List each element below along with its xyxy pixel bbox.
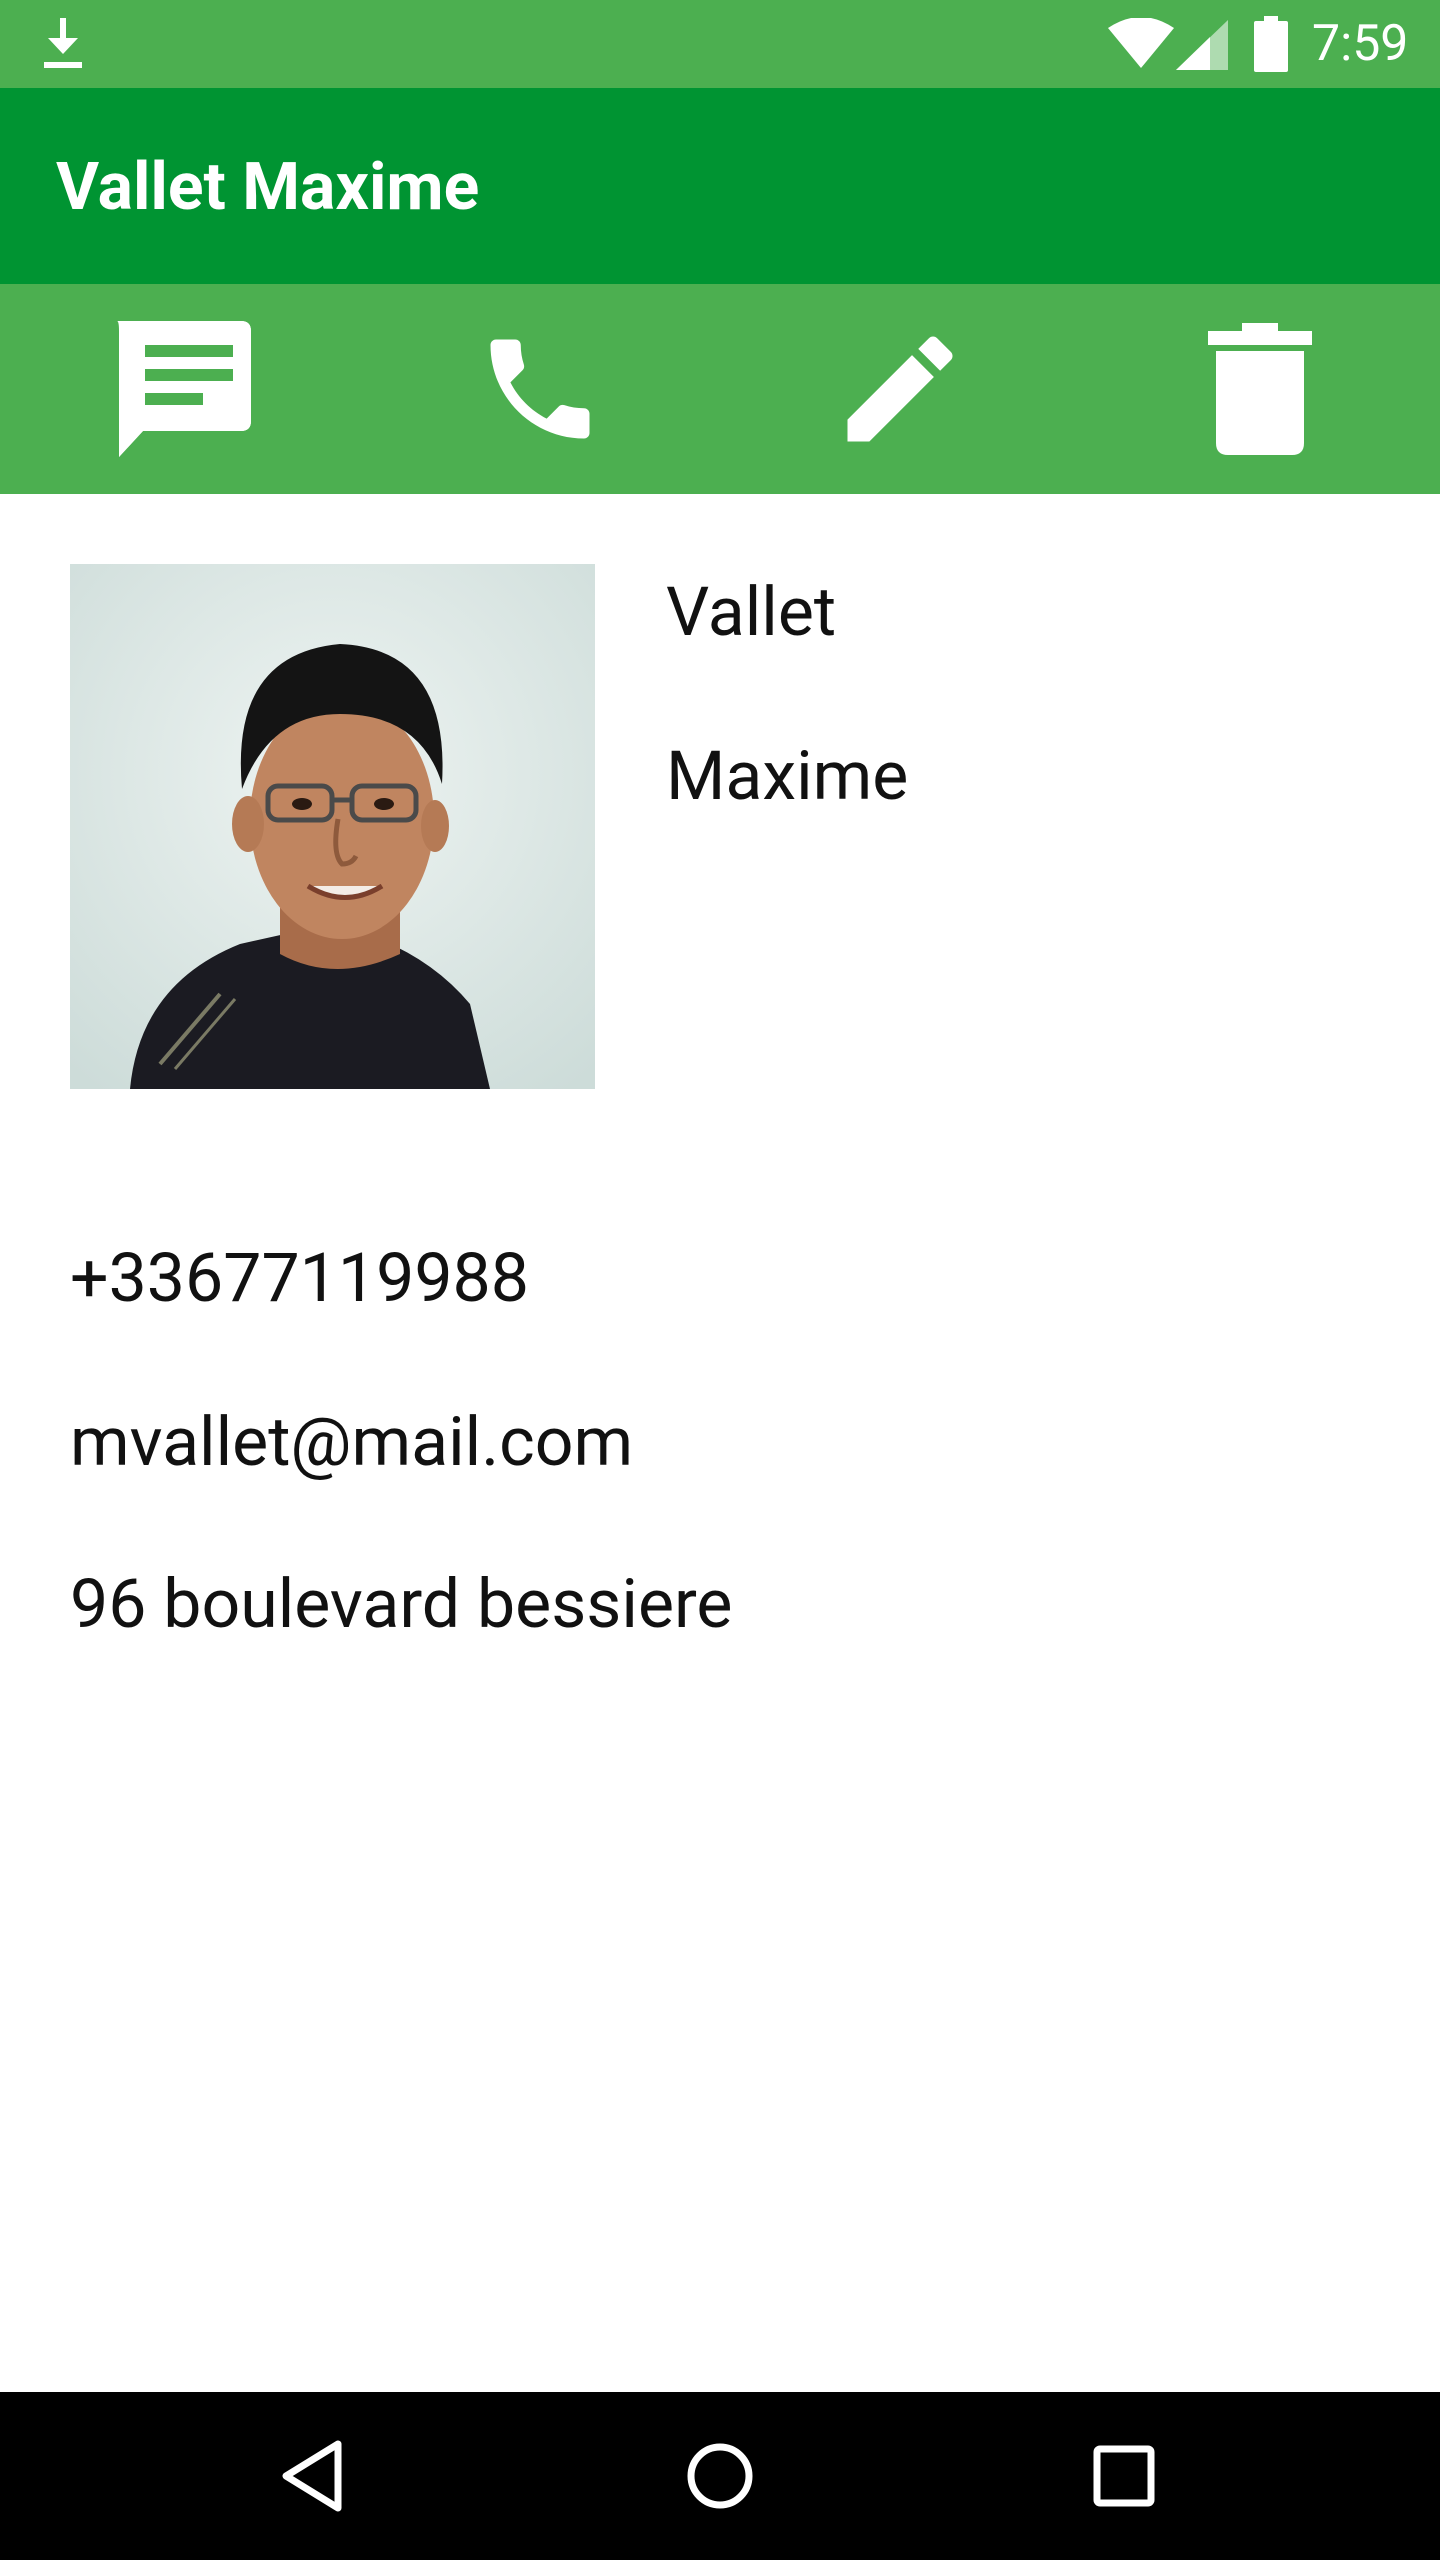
email-address[interactable]: mvallet@mail.com	[70, 1402, 633, 1482]
wifi-icon	[1108, 18, 1174, 68]
status-bar: 7:59	[0, 0, 1440, 88]
status-clock: 7:59	[1312, 15, 1409, 73]
battery-icon	[1254, 16, 1288, 72]
last-name: Vallet	[666, 572, 837, 652]
delete-button[interactable]	[1175, 304, 1345, 474]
contact-detail-screen: 7:59 Vallet Maxime Vallet Maxime +336771…	[0, 0, 1440, 2560]
back-icon[interactable]	[266, 2426, 366, 2526]
contact-action-bar	[0, 284, 1440, 494]
message-icon	[117, 321, 251, 457]
postal-address[interactable]: 96 boulevard bessiere	[70, 1564, 732, 1644]
phone-number[interactable]: +33677119988	[70, 1238, 529, 1318]
contact-photo	[70, 564, 595, 1089]
phone-icon	[490, 339, 590, 439]
trash-icon	[1208, 323, 1312, 455]
download-icon	[44, 18, 82, 68]
recents-icon[interactable]	[1074, 2426, 1174, 2526]
signal-icon	[1176, 20, 1228, 70]
pencil-icon	[847, 336, 953, 442]
edit-button[interactable]	[815, 304, 985, 474]
navigation-bar	[0, 2392, 1440, 2560]
home-icon[interactable]	[670, 2426, 770, 2526]
app-bar: Vallet Maxime	[0, 88, 1440, 284]
first-name: Maxime	[666, 736, 909, 816]
call-button[interactable]	[455, 304, 625, 474]
contact-photo-image	[70, 564, 595, 1089]
page-title: Vallet Maxime	[56, 149, 480, 226]
message-button[interactable]	[95, 304, 265, 474]
